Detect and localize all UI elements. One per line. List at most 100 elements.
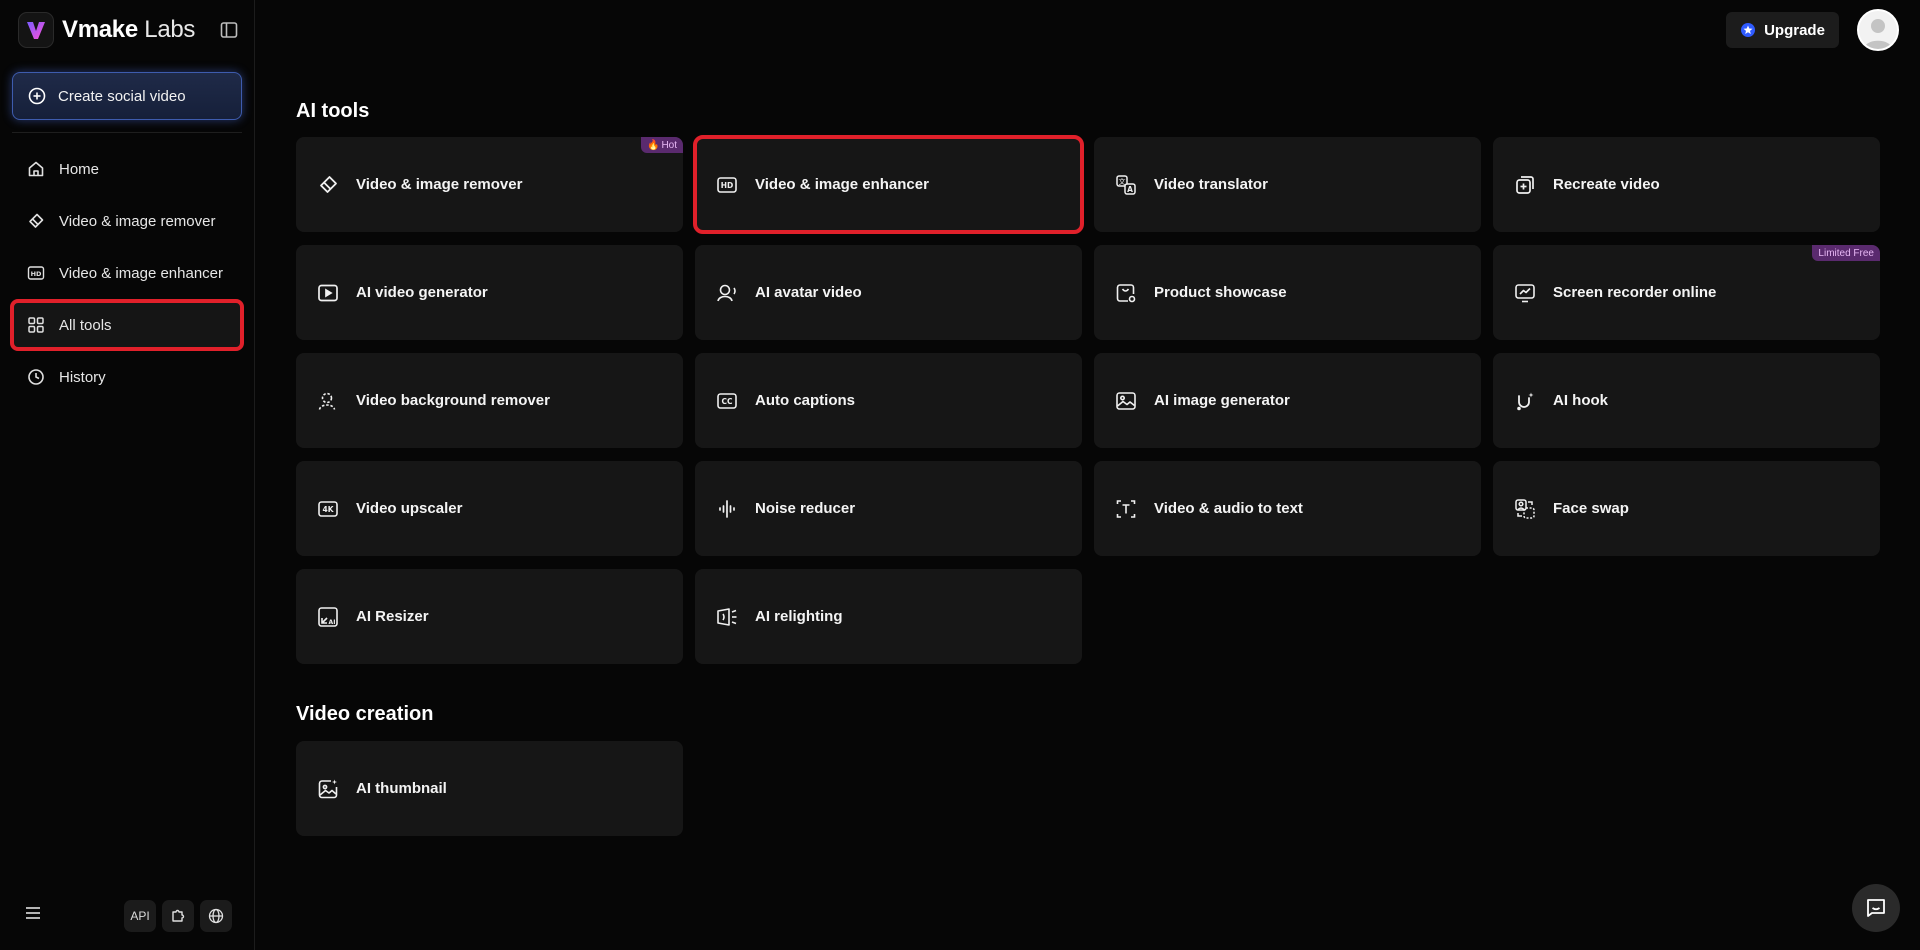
tool-label: AI image generator [1154, 392, 1290, 409]
chart-icon [1513, 281, 1537, 305]
language-button[interactable] [200, 900, 232, 932]
grid-icon [27, 316, 45, 334]
tool-card-auto-captions[interactable]: CC Auto captions [695, 353, 1082, 448]
plugin-button[interactable] [162, 900, 194, 932]
tool-card-noise-reducer[interactable]: Noise reducer [695, 461, 1082, 556]
upgrade-label: Upgrade [1764, 21, 1825, 39]
sidebar-item-label: History [59, 368, 106, 386]
tool-card-screen-recorder-online[interactable]: Screen recorder online Limited Free [1493, 245, 1880, 340]
tool-card-video-background-remover[interactable]: Video background remover [296, 353, 683, 448]
tool-label: Video & image enhancer [755, 176, 929, 193]
tool-card-ai-relighting[interactable]: AI relighting [695, 569, 1082, 664]
image-icon [1114, 389, 1138, 413]
svg-text:4K: 4K [322, 505, 334, 514]
tool-card-face-swap[interactable]: Face swap [1493, 461, 1880, 556]
svg-text:CC: CC [721, 397, 733, 406]
tool-card-ai-avatar-video[interactable]: AI avatar video [695, 245, 1082, 340]
sidebar-bottom-buttons: API [124, 900, 232, 932]
thumbnail-icon [316, 777, 340, 801]
create-social-video-button[interactable]: Create social video [12, 72, 242, 120]
sidebar-item-label: Home [59, 160, 100, 178]
tool-label: AI video generator [356, 284, 488, 301]
tool-card-video-image-enhancer[interactable]: HD Video & image enhancer [693, 135, 1084, 234]
tool-label: AI Resizer [356, 608, 429, 625]
plugin-icon [170, 908, 186, 924]
hd-icon: HD [27, 264, 45, 282]
chat-support-button[interactable] [1852, 884, 1900, 932]
sidebar-item-label: Video & image remover [59, 212, 216, 230]
ai-tools-title: AI tools [296, 100, 370, 122]
sidebar-item-video-image-enhancer[interactable]: HD Video & image enhancer [12, 249, 242, 297]
sidebar-item-history[interactable]: History [12, 353, 242, 401]
translate-icon: 文A [1114, 173, 1138, 197]
sidebar: Vmake Labs Create social video Home Vide… [0, 0, 255, 950]
showcase-icon [1114, 281, 1138, 305]
text-icon [1114, 497, 1138, 521]
create-social-video-label: Create social video [58, 87, 186, 105]
tool-card-video-image-remover[interactable]: Video & image remover 🔥 Hot [296, 137, 683, 232]
vmake-logo-icon [18, 12, 54, 48]
tool-label: Video background remover [356, 392, 550, 409]
tool-label: Noise reducer [755, 500, 856, 517]
tool-card-ai-image-generator[interactable]: AI image generator [1094, 353, 1481, 448]
cc-icon: CC [715, 389, 739, 413]
hot-badge: 🔥 Hot [640, 137, 683, 153]
sidebar-item-label: Video & image enhancer [59, 264, 224, 282]
light-icon [715, 605, 739, 629]
home-icon [27, 160, 45, 178]
resize-icon: AI [316, 605, 340, 629]
tool-card-recreate-video[interactable]: Recreate video [1493, 137, 1880, 232]
magnet-icon [1513, 389, 1537, 413]
star-badge-icon [1740, 22, 1756, 38]
svg-text:HD: HD [31, 270, 42, 278]
fire-icon: 🔥 [646, 139, 660, 151]
tool-label: Face swap [1553, 500, 1629, 517]
recreate-icon [1513, 173, 1537, 197]
tool-card-video-audio-to-text[interactable]: Video & audio to text [1094, 461, 1481, 556]
avatar-icon [715, 281, 739, 305]
tool-card-ai-video-generator[interactable]: AI video generator [296, 245, 683, 340]
avatar[interactable] [1857, 9, 1899, 51]
tool-card-video-upscaler[interactable]: 4K Video upscaler [296, 461, 683, 556]
sidebar-divider [12, 132, 242, 133]
sidebar-item-all-tools[interactable]: All tools [10, 299, 244, 351]
waveform-icon [715, 497, 739, 521]
tool-label: Product showcase [1154, 284, 1287, 301]
play-icon [316, 281, 340, 305]
tool-card-ai-resizer[interactable]: AI AI Resizer [296, 569, 683, 664]
tool-card-ai-thumbnail[interactable]: AI thumbnail [296, 741, 683, 836]
sidebar-toggle-icon[interactable] [218, 19, 240, 41]
tool-card-product-showcase[interactable]: Product showcase [1094, 245, 1481, 340]
tool-label: Video translator [1154, 176, 1268, 193]
tool-label: Video upscaler [356, 500, 463, 517]
sidebar-item-video-image-remover[interactable]: Video & image remover [12, 197, 242, 245]
brand-name: Vmake Labs [62, 16, 196, 43]
logo[interactable]: Vmake Labs [18, 12, 240, 48]
tool-label: Auto captions [755, 392, 855, 409]
sidebar-item-home[interactable]: Home [12, 145, 242, 193]
tool-label: AI avatar video [755, 284, 862, 301]
face-swap-icon [1513, 497, 1537, 521]
tool-card-video-translator[interactable]: 文A Video translator [1094, 137, 1481, 232]
person-remove-icon [316, 389, 340, 413]
upgrade-button[interactable]: Upgrade [1726, 12, 1839, 48]
svg-text:HD: HD [721, 181, 734, 190]
menu-icon[interactable] [24, 904, 46, 926]
tool-label: Video & image remover [356, 176, 523, 193]
svg-text:文: 文 [1119, 177, 1126, 186]
clock-icon [27, 368, 45, 386]
video-creation-title: Video creation [296, 703, 434, 725]
eraser-icon [27, 212, 45, 230]
tool-label: Recreate video [1553, 176, 1660, 193]
tool-label: AI thumbnail [356, 780, 447, 797]
svg-text:AI: AI [329, 619, 336, 626]
4k-icon: 4K [316, 497, 340, 521]
svg-text:A: A [1127, 185, 1133, 194]
tool-label: Screen recorder online [1553, 284, 1717, 301]
api-button[interactable]: API [124, 900, 156, 932]
tool-label: AI hook [1553, 392, 1608, 409]
plus-circle-icon [28, 87, 46, 105]
tool-card-ai-hook[interactable]: AI hook [1493, 353, 1880, 448]
limited-free-badge: Limited Free [1812, 245, 1880, 261]
globe-icon [208, 908, 224, 924]
